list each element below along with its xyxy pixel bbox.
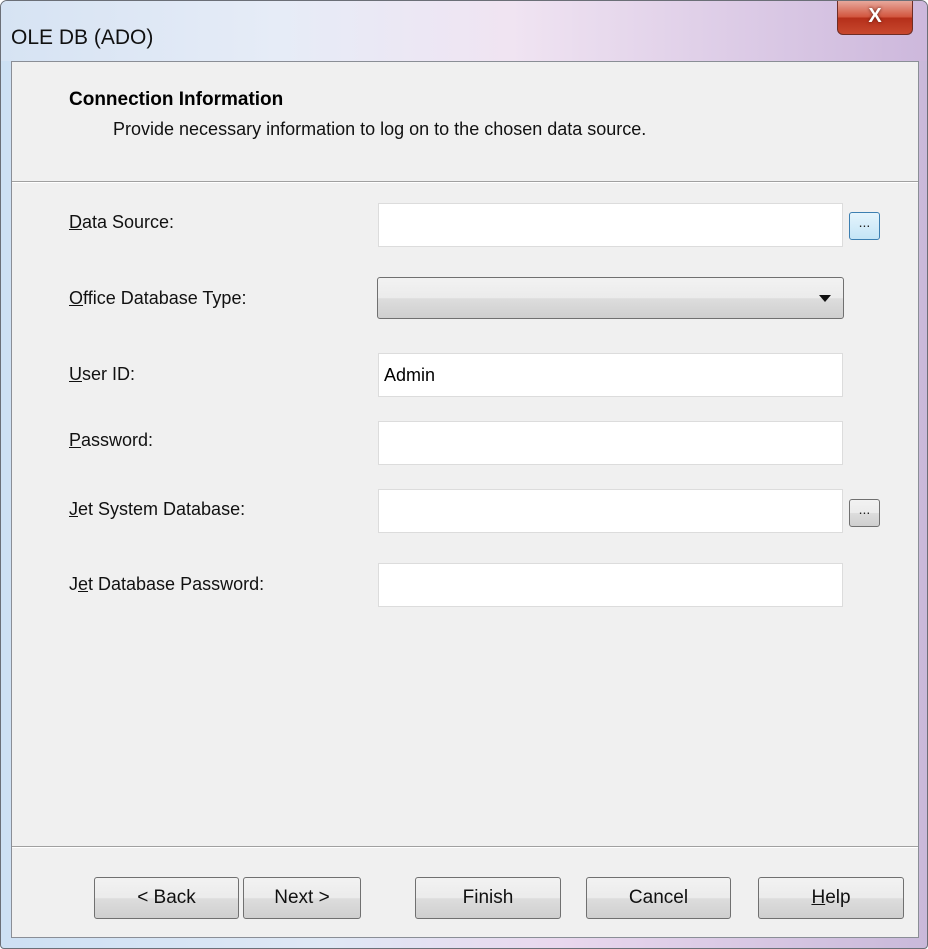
office-database-type-label: Office Database Type: xyxy=(69,288,247,308)
finish-button[interactable]: Finish xyxy=(415,877,561,919)
title-bar[interactable]: OLE DB (ADO) X xyxy=(1,1,927,61)
data-source-browse-button[interactable]: ... xyxy=(849,212,880,240)
page-subtitle: Provide necessary information to log on … xyxy=(113,119,647,139)
page-title: Connection Information xyxy=(69,89,284,110)
jet-database-password-label: Jet Database Password: xyxy=(69,574,265,594)
close-icon: X xyxy=(868,5,882,27)
office-database-type-dropdown[interactable] xyxy=(377,277,844,319)
user-id-input[interactable] xyxy=(378,353,843,397)
cancel-button[interactable]: Cancel xyxy=(586,877,731,919)
dialog-window: OLE DB (ADO) X Connection Information Pr… xyxy=(0,0,928,949)
data-source-label: Data Source: xyxy=(69,212,175,232)
chevron-down-icon[interactable] xyxy=(819,295,831,302)
wizard-header: Connection Information Provide necessary… xyxy=(12,62,918,181)
data-source-input[interactable] xyxy=(378,203,843,247)
password-label: Password: xyxy=(69,430,154,450)
next-button[interactable]: Next > xyxy=(243,877,361,919)
jet-system-database-label: Jet System Database: xyxy=(69,499,246,519)
window-title: OLE DB (ADO) xyxy=(11,26,154,49)
dialog-client-area: Connection Information Provide necessary… xyxy=(11,61,919,938)
jet-system-database-browse-button[interactable]: ... xyxy=(849,499,880,527)
user-id-label: User ID: xyxy=(69,364,136,384)
footer-divider xyxy=(12,846,918,848)
password-input[interactable] xyxy=(378,421,843,465)
header-divider xyxy=(12,181,918,183)
help-button[interactable]: Help xyxy=(758,877,904,919)
back-button[interactable]: < Back xyxy=(94,877,239,919)
jet-database-password-input[interactable] xyxy=(378,563,843,607)
jet-system-database-input[interactable] xyxy=(378,489,843,533)
close-button[interactable]: X xyxy=(837,1,913,35)
